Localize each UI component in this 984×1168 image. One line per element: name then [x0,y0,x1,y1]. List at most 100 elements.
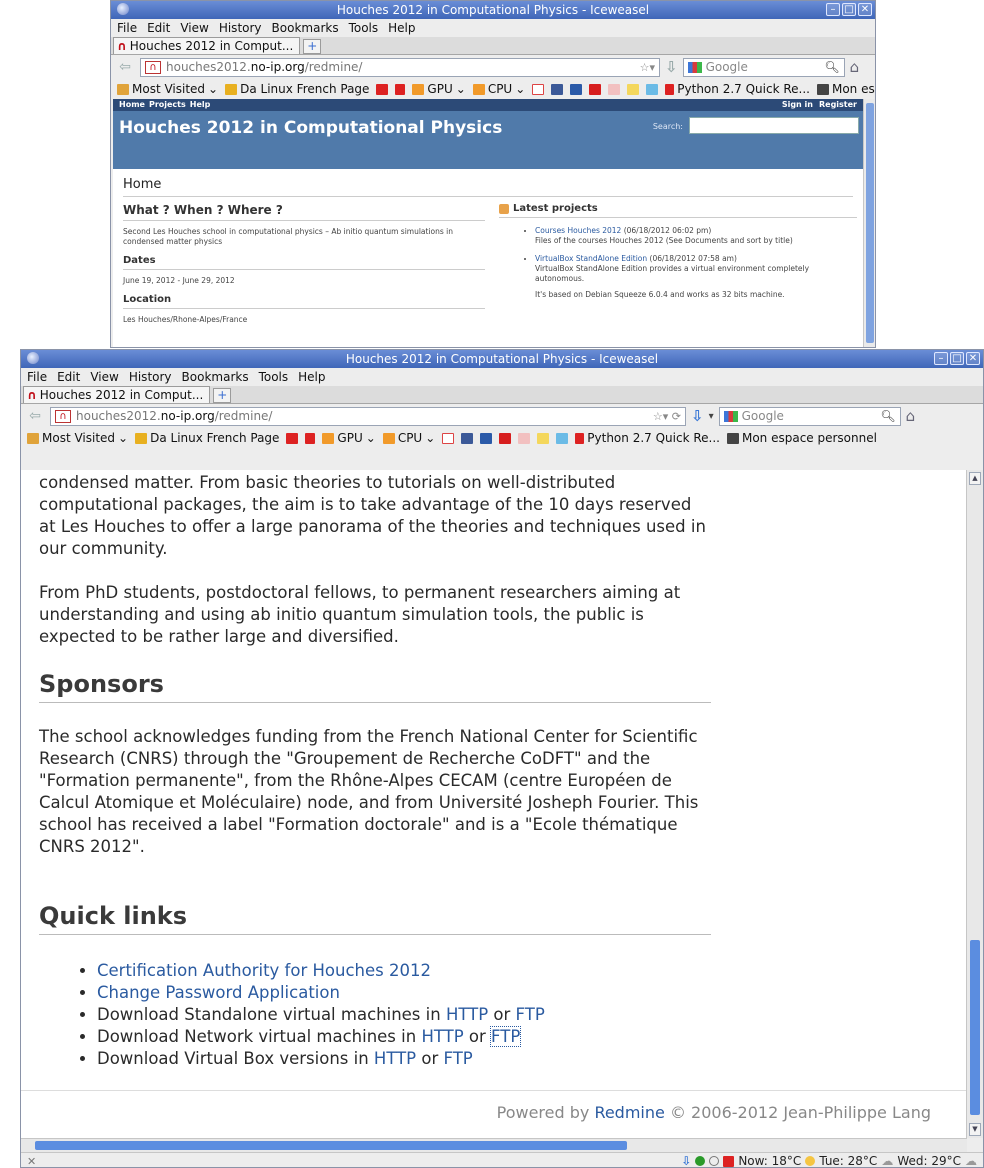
bookmark-cl[interactable] [518,432,531,444]
menu-edit[interactable]: Edit [57,368,80,386]
foreground-browser-window[interactable]: Houches 2012 in Computational Physics - … [20,349,984,1168]
menu-view[interactable]: View [90,368,118,386]
bookmark-music[interactable] [627,83,640,95]
register-link[interactable]: Register [819,99,857,111]
close-button[interactable]: ✕ [966,352,980,365]
network-http-link[interactable]: HTTP [421,1027,463,1046]
bookmark-cyan[interactable] [556,432,569,444]
back-arrow-icon[interactable]: ⇦ [25,408,45,424]
site-identity-icon[interactable]: ∩ [145,60,161,74]
top-menu-home[interactable]: Home [119,99,145,111]
bookmark-blue[interactable] [570,83,583,95]
bookmark-music[interactable] [537,432,550,444]
standalone-ftp-link[interactable]: FTP [516,1005,545,1024]
bookmark-gpu[interactable]: GPU ⌄ [322,431,376,445]
bookmark-cpu[interactable]: CPU ⌄ [472,82,525,96]
bookmark-facebook[interactable] [551,83,564,95]
close-findbar-icon[interactable]: ✕ [27,1155,36,1168]
menu-file[interactable]: File [27,368,47,386]
download-arrow-icon[interactable]: ⇩ [665,58,678,76]
bookmark-gmail[interactable] [532,83,545,95]
google-engine-icon[interactable] [723,410,738,422]
vbox-ftp-link[interactable]: FTP [444,1049,473,1068]
download-menu-icon[interactable]: ▾ [709,411,714,422]
redmine-link[interactable]: Redmine [594,1103,664,1122]
change-password-link[interactable]: Change Password Application [97,983,340,1002]
bookmark-red[interactable] [376,83,389,95]
minimize-button[interactable]: – [934,352,948,365]
back-title-bar[interactable]: Houches 2012 in Computational Physics - … [111,1,875,19]
back-arrow-icon[interactable]: ⇦ [115,59,135,75]
bookmark-python[interactable]: Python 2.7 Quick Re... [575,431,720,445]
bookmark-it[interactable] [395,83,406,95]
sign-in-link[interactable]: Sign in [782,99,813,111]
green-status-icon[interactable] [695,1156,706,1166]
redmine-search-input[interactable] [689,117,859,134]
front-active-tab[interactable]: ∩ Houches 2012 in Comput... [23,386,211,403]
scroll-thumb[interactable] [35,1141,627,1150]
scroll-up-arrow-icon[interactable]: ▲ [969,472,981,485]
scroll-thumb[interactable] [866,103,874,343]
bookmark-cpu[interactable]: CPU ⌄ [382,431,435,445]
bookmark-most-visited[interactable]: Most Visited ⌄ [117,82,218,96]
menu-tools[interactable]: Tools [259,368,289,386]
search-icon[interactable]: 🔍︎ [824,60,839,74]
bookmark-gpu[interactable]: GPU ⌄ [412,82,466,96]
bookmark-red[interactable] [286,432,299,444]
menu-file[interactable]: File [117,19,137,37]
cert-authority-link[interactable]: Certification Authority for Houches 2012 [97,961,431,980]
new-tab-button[interactable]: + [213,388,232,403]
calendar-icon[interactable] [723,1155,735,1167]
bookmark-da-linux[interactable]: Da Linux French Page [225,82,369,96]
menu-view[interactable]: View [180,19,208,37]
bookmark-python[interactable]: Python 2.7 Quick Re... [665,82,810,96]
bookmark-mon-espace[interactable]: Mon espace personnel [726,431,877,445]
network-ftp-link[interactable]: FTP [490,1026,522,1047]
download-arrow-icon[interactable]: ⇩ [691,407,704,425]
menu-help[interactable]: Help [388,19,415,37]
bookmark-blue[interactable] [480,432,493,444]
minimize-button[interactable]: – [826,3,840,16]
download-status-icon[interactable]: ⇩ [681,1154,691,1167]
bookmark-star-icon[interactable]: ☆▾ [640,61,655,74]
bookmark-youtube[interactable] [499,432,512,444]
maximize-button[interactable]: □ [950,352,964,365]
top-menu-projects[interactable]: Projects [149,99,186,111]
bookmark-cl[interactable] [608,83,621,95]
bookmark-star-icon[interactable]: ☆▾ ⟳ [653,410,681,423]
bookmark-gmail[interactable] [442,432,455,444]
back-vertical-scrollbar[interactable] [863,99,875,347]
back-search-box[interactable]: Google 🔍︎ [682,57,845,77]
bookmark-most-visited[interactable]: Most Visited ⌄ [27,431,128,445]
front-horizontal-scrollbar[interactable] [21,1138,967,1152]
google-engine-icon[interactable] [687,61,702,73]
bookmark-it[interactable] [305,432,316,444]
project-link[interactable]: VirtualBox StandAlone Edition [535,254,647,263]
back-url-bar[interactable]: ∩ houches2012.no-ip.org/redmine/ ☆▾ [140,57,660,77]
menu-history[interactable]: History [219,19,262,37]
new-tab-button[interactable]: + [303,39,322,54]
bookmark-da-linux[interactable]: Da Linux French Page [135,431,279,445]
front-url-bar[interactable]: ∩ houches2012.no-ip.org/redmine/ ☆▾ ⟳ [50,406,686,426]
menu-edit[interactable]: Edit [147,19,170,37]
bookmark-youtube[interactable] [589,83,602,95]
front-title-bar[interactable]: Houches 2012 in Computational Physics - … [21,350,983,368]
scroll-down-arrow-icon[interactable]: ▼ [969,1123,981,1136]
standalone-http-link[interactable]: HTTP [446,1005,488,1024]
close-button[interactable]: ✕ [858,3,872,16]
vbox-http-link[interactable]: HTTP [374,1049,416,1068]
front-search-box[interactable]: Google 🔍︎ [718,406,901,426]
maximize-button[interactable]: □ [842,3,856,16]
menu-history[interactable]: History [129,368,172,386]
front-vertical-scrollbar[interactable]: ▲ ▼ [966,470,983,1138]
menu-tools[interactable]: Tools [349,19,379,37]
clock-icon[interactable] [709,1156,720,1166]
menu-bookmarks[interactable]: Bookmarks [182,368,249,386]
back-active-tab[interactable]: ∩ Houches 2012 in Comput... [113,37,301,54]
menu-bookmarks[interactable]: Bookmarks [272,19,339,37]
site-identity-icon[interactable]: ∩ [55,409,71,423]
search-icon[interactable]: 🔍︎ [880,409,895,423]
project-link[interactable]: Courses Houches 2012 [535,226,621,235]
home-icon[interactable]: ⌂ [906,407,916,425]
bookmark-mon-espace[interactable]: Mon espace personnel [816,82,875,96]
